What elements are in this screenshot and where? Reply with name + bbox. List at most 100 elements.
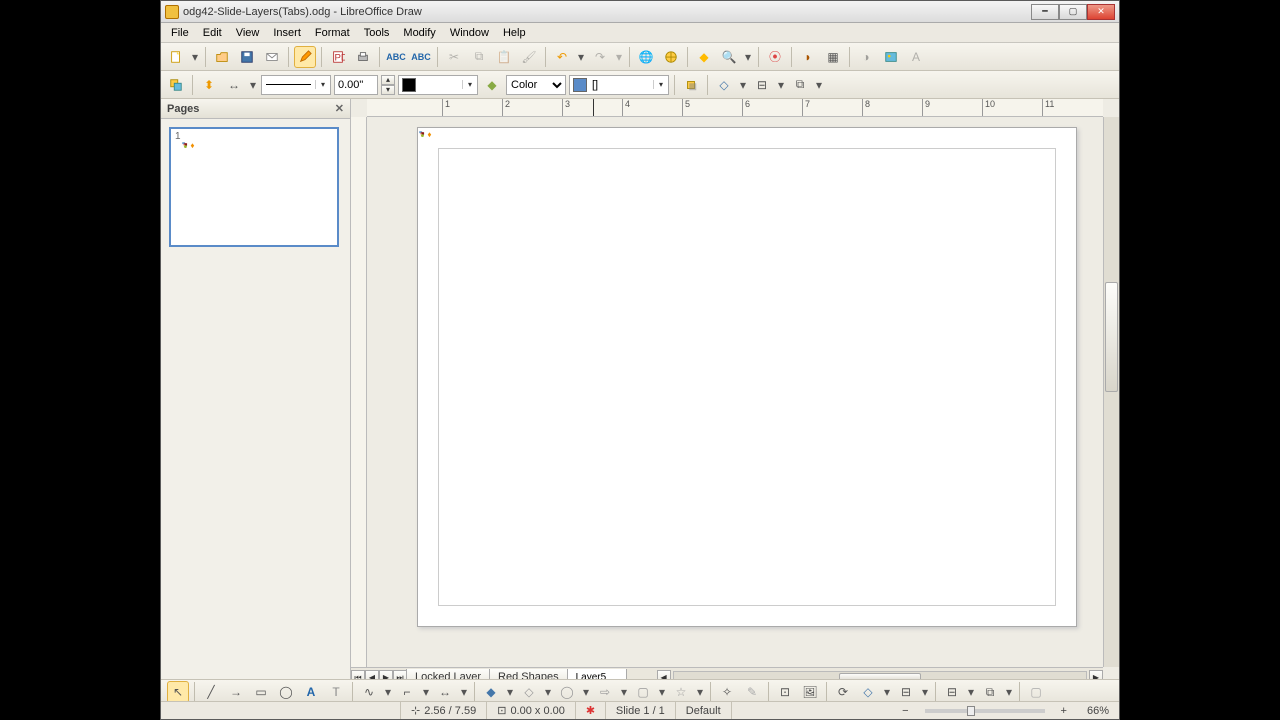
autospell-button[interactable]: ABC — [410, 46, 432, 68]
text-tool[interactable]: A — [300, 681, 322, 703]
page-thumbnail[interactable]: 1 — [169, 127, 339, 247]
zoom-button[interactable]: 🔍 — [718, 46, 740, 68]
rotate-tool[interactable]: ⟳ — [832, 681, 854, 703]
effects-dropdown-icon[interactable]: ▾ — [882, 681, 892, 703]
email-button[interactable] — [261, 46, 283, 68]
arrange-button[interactable] — [165, 74, 187, 96]
export-pdf-button[interactable]: PDF — [327, 46, 349, 68]
star-dropdown-icon[interactable]: ▾ — [695, 681, 705, 703]
alignment-tool[interactable]: ⊟ — [895, 681, 917, 703]
fill-color-select[interactable]: [] ▾ — [569, 75, 669, 95]
symbol-shapes-tool[interactable]: ◇ — [518, 681, 540, 703]
curve-dropdown-icon[interactable]: ▾ — [383, 681, 393, 703]
arrange-tool[interactable]: ⊟ — [941, 681, 963, 703]
drawing-page[interactable] — [417, 127, 1077, 627]
print-button[interactable] — [352, 46, 374, 68]
close-button[interactable]: ✕ — [1087, 4, 1115, 20]
help-button[interactable]: ⦿ — [764, 46, 786, 68]
menu-insert[interactable]: Insert — [267, 25, 307, 41]
line-style-select[interactable]: ▾ — [261, 75, 331, 95]
format-paintbrush-button[interactable]: 🖌 — [518, 46, 540, 68]
basic-shapes-dropdown-icon[interactable]: ▾ — [505, 681, 515, 703]
line-width-input[interactable] — [334, 75, 378, 95]
connector-tool[interactable]: ⌐ — [396, 681, 418, 703]
star-tool[interactable]: ☆ — [670, 681, 692, 703]
shadow-button[interactable] — [680, 74, 702, 96]
insert-button[interactable]: ◑ — [855, 46, 877, 68]
symbol-shapes-dropdown-icon[interactable]: ▾ — [543, 681, 553, 703]
menu-view[interactable]: View — [230, 25, 266, 41]
line-tool[interactable]: ╱ — [200, 681, 222, 703]
distribute-button[interactable]: ⧉ — [789, 74, 811, 96]
snap-dropdown-icon[interactable]: ▾ — [738, 74, 748, 96]
extrude-button[interactable]: ◗ — [797, 46, 819, 68]
line-width-up[interactable]: ▴ — [381, 75, 395, 85]
menu-help[interactable]: Help — [497, 25, 532, 41]
from-file-tool[interactable]: 🖼 — [799, 681, 821, 703]
line-color-select[interactable]: ▾ — [398, 75, 478, 95]
zoom-out-button[interactable]: − — [892, 702, 918, 719]
block-arrows-tool[interactable]: ◯ — [556, 681, 578, 703]
navigator-button[interactable] — [660, 46, 682, 68]
status-style[interactable]: Default — [676, 702, 732, 719]
menu-modify[interactable]: Modify — [397, 25, 441, 41]
canvas-viewport[interactable] — [367, 117, 1103, 667]
maximize-button[interactable]: ▢ — [1059, 4, 1087, 20]
grid-button[interactable]: ▦ — [822, 46, 844, 68]
paste-button[interactable]: 📋 — [493, 46, 515, 68]
menu-edit[interactable]: Edit — [197, 25, 228, 41]
select-tool[interactable]: ↖ — [167, 681, 189, 703]
curve-tool[interactable]: ∿ — [358, 681, 380, 703]
vertical-scrollbar[interactable] — [1103, 117, 1119, 667]
hyperlink-button[interactable]: 🌐 — [635, 46, 657, 68]
line-width-down[interactable]: ▾ — [381, 85, 395, 95]
flowchart-dropdown-icon[interactable]: ▾ — [619, 681, 629, 703]
zoom-in-button[interactable]: + — [1051, 702, 1077, 719]
block-arrows-dropdown-icon[interactable]: ▾ — [581, 681, 591, 703]
redo-button[interactable]: ↷ — [589, 46, 611, 68]
snap-button[interactable]: ◇ — [713, 74, 735, 96]
orange-diamond-shape[interactable] — [428, 132, 431, 137]
undo-button[interactable]: ↶ — [551, 46, 573, 68]
area-button[interactable]: ◆ — [481, 74, 503, 96]
pages-panel-close-icon[interactable]: ✕ — [335, 102, 344, 115]
arrange-dropdown-icon[interactable]: ▾ — [966, 681, 976, 703]
menu-tools[interactable]: Tools — [358, 25, 396, 41]
distribute-dropdown-icon[interactable]: ▾ — [814, 74, 824, 96]
spellcheck-button[interactable]: ABC — [385, 46, 407, 68]
arrow-tool[interactable]: → — [225, 681, 247, 703]
align-dropdown-icon[interactable]: ▾ — [776, 74, 786, 96]
insert-page-tool[interactable]: ▢ — [1025, 681, 1047, 703]
vertical-ruler[interactable] — [351, 117, 367, 667]
lines-arrows-dropdown-icon[interactable]: ▾ — [459, 681, 469, 703]
gallery-button[interactable] — [880, 46, 902, 68]
open-button[interactable] — [211, 46, 233, 68]
horizontal-ruler[interactable]: 1234567891011 — [367, 99, 1103, 117]
menu-file[interactable]: File — [165, 25, 195, 41]
minimize-button[interactable]: ━ — [1031, 4, 1059, 20]
glue-points-tool[interactable]: ✎ — [741, 681, 763, 703]
rectangle-tool[interactable]: ▭ — [250, 681, 272, 703]
copy-button[interactable]: ⧉ — [468, 46, 490, 68]
shapes-button[interactable]: ◆ — [693, 46, 715, 68]
fill-type-select[interactable]: Color — [506, 75, 566, 95]
basic-shapes-tool[interactable]: ◆ — [480, 681, 502, 703]
position-tool[interactable]: ⧉ — [979, 681, 1001, 703]
zoom-value[interactable]: 66% — [1077, 702, 1119, 719]
zoom-dropdown-icon[interactable]: ▾ — [743, 46, 753, 68]
points-edit-tool[interactable]: ✧ — [716, 681, 738, 703]
align-button[interactable]: ⊟ — [751, 74, 773, 96]
lines-arrows-tool[interactable]: ↔ — [434, 681, 456, 703]
connector-dropdown-icon[interactable]: ▾ — [421, 681, 431, 703]
callout-dropdown-icon[interactable]: ▾ — [657, 681, 667, 703]
flowchart-tool[interactable]: ⇨ — [594, 681, 616, 703]
redo-dropdown-icon[interactable]: ▾ — [614, 46, 624, 68]
effects-tool[interactable]: ◇ — [857, 681, 879, 703]
to-curve-tool[interactable]: ⊡ — [774, 681, 796, 703]
menu-format[interactable]: Format — [309, 25, 356, 41]
cut-button[interactable]: ✂ — [443, 46, 465, 68]
line-style-button[interactable]: ⬍ — [198, 74, 220, 96]
edit-mode-button[interactable] — [294, 46, 316, 68]
fontwork-button[interactable]: A — [905, 46, 927, 68]
alignment-dropdown-icon[interactable]: ▾ — [920, 681, 930, 703]
